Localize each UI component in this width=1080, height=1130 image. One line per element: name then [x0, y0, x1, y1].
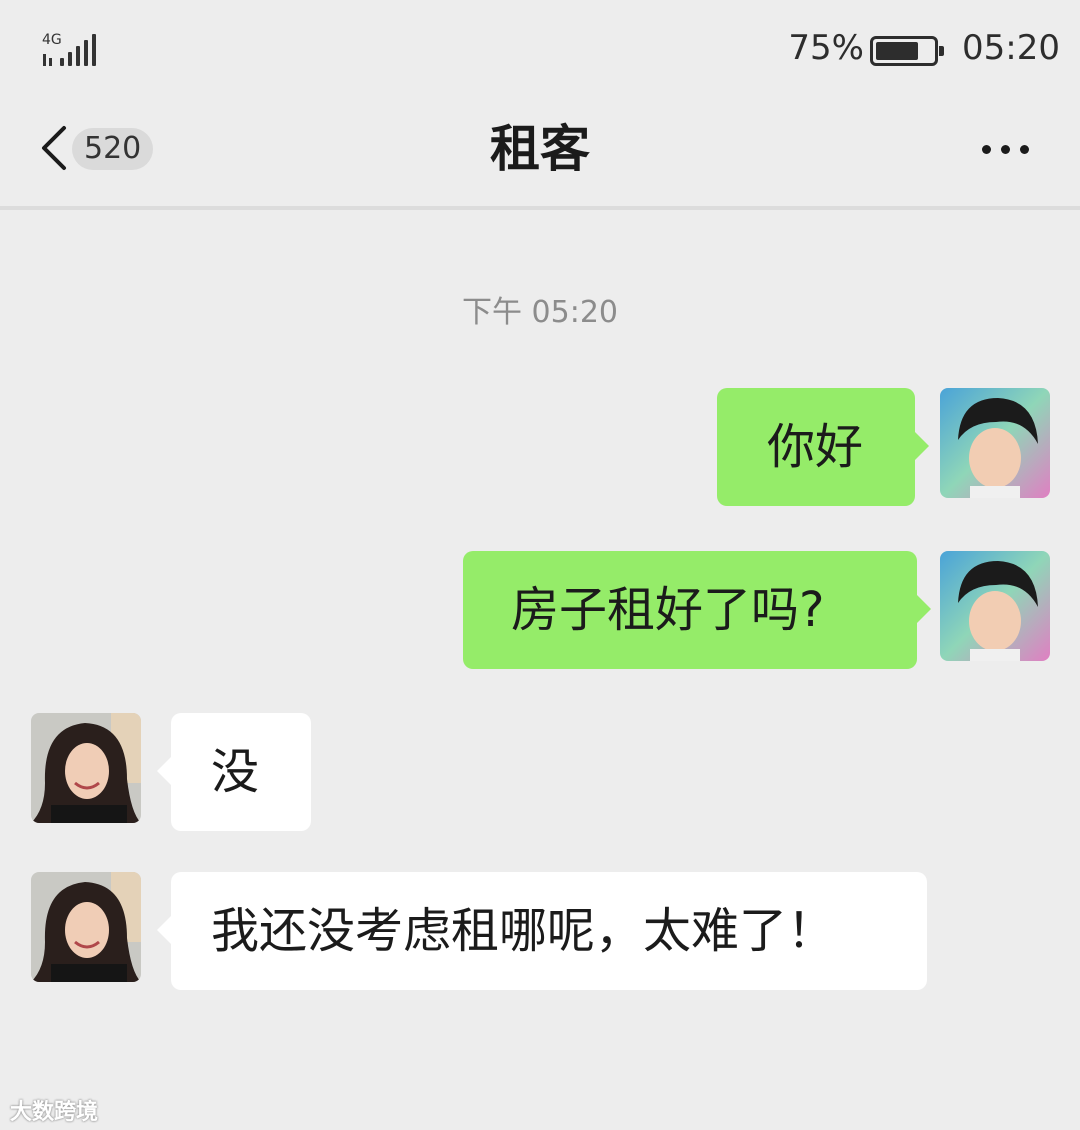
network-type: 4G [42, 32, 62, 48]
battery-fill [876, 42, 918, 60]
more-dots-icon[interactable] [980, 142, 1032, 156]
chat-header: 520 租客 [0, 100, 1080, 210]
contact-avatar[interactable] [31, 713, 141, 823]
watermark-text: 大数跨境 [10, 1100, 99, 1125]
avatar-boy-image [940, 388, 1050, 498]
avatar-boy-image [940, 551, 1050, 661]
avatar-girl-image [31, 713, 141, 823]
message-timestamp: 下午 05:20 [462, 295, 618, 330]
my-avatar[interactable] [940, 551, 1050, 661]
outgoing-message-bubble[interactable]: 房子租好了吗? [463, 551, 931, 669]
data-arrows-icon [42, 50, 58, 66]
outgoing-message-bubble[interactable]: 你好 [717, 388, 929, 506]
incoming-message-bubble[interactable]: 我还没考虑租哪呢，太难了！ [157, 872, 927, 990]
status-bar: 4G 75% 05:20 [0, 0, 1080, 100]
bubble-tail [917, 595, 931, 623]
bubble-tail [915, 432, 929, 460]
message-text: 没 [211, 744, 260, 800]
battery-icon [870, 36, 944, 66]
message-text: 我还没考虑租哪呢，太难了！ [211, 903, 836, 959]
message-text: 你好 [767, 419, 864, 475]
battery-tip [939, 46, 944, 56]
avatar-girl-image [31, 872, 141, 982]
message-text: 房子租好了吗? [511, 582, 825, 638]
battery-percent: 75% [788, 28, 864, 68]
watermark-logo: 大数跨境 [10, 1094, 98, 1126]
signal-bars-icon [60, 32, 100, 66]
signal-icon: 4G [42, 32, 102, 68]
incoming-message-bubble[interactable]: 没 [157, 713, 311, 831]
bubble-tail [157, 757, 171, 785]
my-avatar[interactable] [940, 388, 1050, 498]
chat-title: 租客 [490, 120, 590, 178]
contact-avatar[interactable] [31, 872, 141, 982]
status-clock: 05:20 [962, 28, 1060, 68]
bubble-tail [157, 916, 171, 944]
